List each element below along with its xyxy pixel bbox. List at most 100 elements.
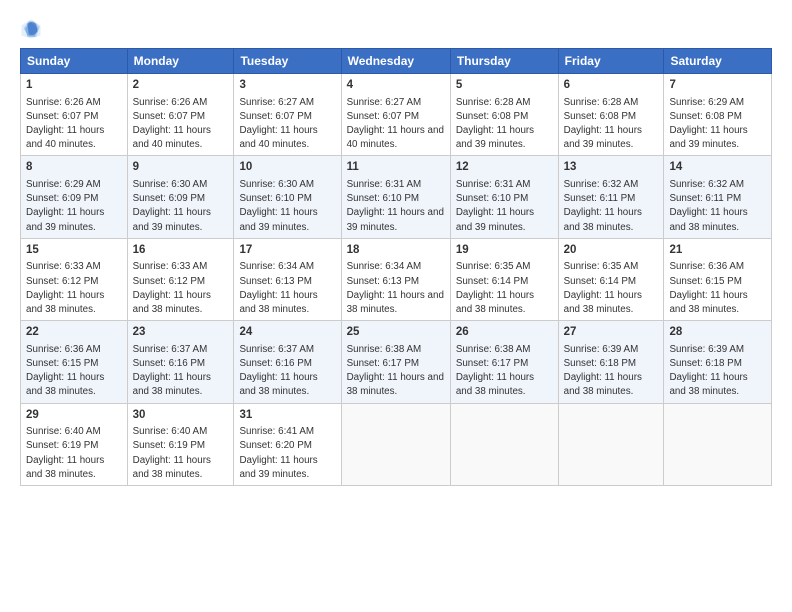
calendar-day-cell: 8 Sunrise: 6:29 AMSunset: 6:09 PMDaylight…	[21, 156, 128, 238]
calendar-day-cell: 17Sunrise: 6:34 AMSunset: 6:13 PMDayligh…	[234, 238, 341, 320]
calendar-week-row: 8 Sunrise: 6:29 AMSunset: 6:09 PMDaylight…	[21, 156, 772, 238]
day-number: 20	[564, 243, 659, 259]
calendar-day-cell	[664, 403, 772, 485]
day-info: Sunrise: 6:29 AMSunset: 6:09 PMDaylight:…	[26, 179, 104, 233]
calendar-day-cell: 20 Sunrise: 6:35 AMSunset: 6:14 PMDayligh…	[558, 238, 664, 320]
calendar-day-cell: 23 Sunrise: 6:37 AMSunset: 6:16 PMDayligh…	[127, 321, 234, 403]
day-info: Sunrise: 6:41 AMSunset: 6:20 PMDaylight:…	[239, 426, 317, 480]
calendar-day-cell: 7 Sunrise: 6:29 AMSunset: 6:08 PMDaylight…	[664, 74, 772, 156]
day-info: Sunrise: 6:26 AMSunset: 6:07 PMDaylight:…	[133, 97, 211, 151]
calendar-day-cell: 25 Sunrise: 6:38 AMSunset: 6:17 PMDayligh…	[341, 321, 450, 403]
day-number: 13	[564, 160, 659, 176]
calendar-week-row: 22 Sunrise: 6:36 AMSunset: 6:15 PMDayligh…	[21, 321, 772, 403]
day-info: Sunrise: 6:28 AMSunset: 6:08 PMDaylight:…	[456, 97, 534, 151]
day-info: Sunrise: 6:31 AMSunset: 6:10 PMDaylight:…	[456, 179, 534, 233]
calendar-day-cell: 5 Sunrise: 6:28 AMSunset: 6:08 PMDaylight…	[450, 74, 558, 156]
day-info: Sunrise: 6:40 AMSunset: 6:19 PMDaylight:…	[133, 426, 211, 480]
day-number: 3	[239, 78, 335, 94]
day-number: 15	[26, 243, 122, 259]
day-info: Sunrise: 6:40 AMSunset: 6:19 PMDaylight:…	[26, 426, 104, 480]
calendar-day-cell: 1 Sunrise: 6:26 AMSunset: 6:07 PMDaylight…	[21, 74, 128, 156]
calendar-day-cell: 2 Sunrise: 6:26 AMSunset: 6:07 PMDaylight…	[127, 74, 234, 156]
calendar-day-cell: 31 Sunrise: 6:41 AMSunset: 6:20 PMDayligh…	[234, 403, 341, 485]
day-info: Sunrise: 6:34 AMSunset: 6:13 PMDaylight:…	[347, 261, 444, 315]
day-number: 11	[347, 160, 445, 176]
logo-icon	[20, 18, 42, 40]
day-info: Sunrise: 6:39 AMSunset: 6:18 PMDaylight:…	[669, 344, 747, 398]
calendar-day-cell: 10 Sunrise: 6:30 AMSunset: 6:10 PMDayligh…	[234, 156, 341, 238]
day-info: Sunrise: 6:37 AMSunset: 6:16 PMDaylight:…	[133, 344, 211, 398]
day-number: 8	[26, 160, 122, 176]
calendar-table: SundayMondayTuesdayWednesdayThursdayFrid…	[20, 48, 772, 486]
day-number: 28	[669, 325, 766, 341]
calendar-day-header: Monday	[127, 49, 234, 74]
day-number: 30	[133, 408, 229, 424]
day-info: Sunrise: 6:34 AMSunset: 6:13 PMDaylight:…	[239, 261, 317, 315]
day-number: 5	[456, 78, 553, 94]
day-info: Sunrise: 6:31 AMSunset: 6:10 PMDaylight:…	[347, 179, 444, 233]
day-info: Sunrise: 6:32 AMSunset: 6:11 PMDaylight:…	[669, 179, 747, 233]
day-number: 23	[133, 325, 229, 341]
calendar-week-row: 1 Sunrise: 6:26 AMSunset: 6:07 PMDaylight…	[21, 74, 772, 156]
day-info: Sunrise: 6:32 AMSunset: 6:11 PMDaylight:…	[564, 179, 642, 233]
day-number: 22	[26, 325, 122, 341]
page: SundayMondayTuesdayWednesdayThursdayFrid…	[0, 0, 792, 612]
day-info: Sunrise: 6:30 AMSunset: 6:10 PMDaylight:…	[239, 179, 317, 233]
day-number: 1	[26, 78, 122, 94]
calendar-day-cell: 21 Sunrise: 6:36 AMSunset: 6:15 PMDayligh…	[664, 238, 772, 320]
calendar-day-header: Saturday	[664, 49, 772, 74]
calendar-day-cell: 4 Sunrise: 6:27 AMSunset: 6:07 PMDaylight…	[341, 74, 450, 156]
day-info: Sunrise: 6:27 AMSunset: 6:07 PMDaylight:…	[347, 97, 444, 151]
day-number: 16	[133, 243, 229, 259]
calendar-day-cell: 11 Sunrise: 6:31 AMSunset: 6:10 PMDayligh…	[341, 156, 450, 238]
day-info: Sunrise: 6:36 AMSunset: 6:15 PMDaylight:…	[26, 344, 104, 398]
calendar-day-cell: 3 Sunrise: 6:27 AMSunset: 6:07 PMDaylight…	[234, 74, 341, 156]
calendar-day-cell: 18Sunrise: 6:34 AMSunset: 6:13 PMDayligh…	[341, 238, 450, 320]
day-info: Sunrise: 6:29 AMSunset: 6:08 PMDaylight:…	[669, 97, 747, 151]
calendar-day-cell: 15 Sunrise: 6:33 AMSunset: 6:12 PMDayligh…	[21, 238, 128, 320]
day-info: Sunrise: 6:38 AMSunset: 6:17 PMDaylight:…	[347, 344, 444, 398]
day-number: 31	[239, 408, 335, 424]
calendar-day-cell: 19 Sunrise: 6:35 AMSunset: 6:14 PMDayligh…	[450, 238, 558, 320]
day-number: 14	[669, 160, 766, 176]
calendar-day-cell: 13 Sunrise: 6:32 AMSunset: 6:11 PMDayligh…	[558, 156, 664, 238]
day-number: 4	[347, 78, 445, 94]
calendar-day-cell: 14 Sunrise: 6:32 AMSunset: 6:11 PMDayligh…	[664, 156, 772, 238]
calendar-day-header: Tuesday	[234, 49, 341, 74]
calendar-day-cell	[558, 403, 664, 485]
day-info: Sunrise: 6:27 AMSunset: 6:07 PMDaylight:…	[239, 97, 317, 151]
day-number: 2	[133, 78, 229, 94]
calendar-week-row: 15 Sunrise: 6:33 AMSunset: 6:12 PMDayligh…	[21, 238, 772, 320]
day-number: 26	[456, 325, 553, 341]
day-info: Sunrise: 6:26 AMSunset: 6:07 PMDaylight:…	[26, 97, 104, 151]
calendar-week-row: 29 Sunrise: 6:40 AMSunset: 6:19 PMDayligh…	[21, 403, 772, 485]
calendar-day-cell: 22 Sunrise: 6:36 AMSunset: 6:15 PMDayligh…	[21, 321, 128, 403]
day-info: Sunrise: 6:35 AMSunset: 6:14 PMDaylight:…	[456, 261, 534, 315]
day-info: Sunrise: 6:33 AMSunset: 6:12 PMDaylight:…	[133, 261, 211, 315]
calendar-day-header: Friday	[558, 49, 664, 74]
day-number: 21	[669, 243, 766, 259]
calendar-day-cell: 27 Sunrise: 6:39 AMSunset: 6:18 PMDayligh…	[558, 321, 664, 403]
calendar-day-header: Sunday	[21, 49, 128, 74]
calendar-day-cell	[341, 403, 450, 485]
calendar-day-cell: 6Sunrise: 6:28 AMSunset: 6:08 PMDaylight…	[558, 74, 664, 156]
calendar-day-cell: 30 Sunrise: 6:40 AMSunset: 6:19 PMDayligh…	[127, 403, 234, 485]
day-info: Sunrise: 6:33 AMSunset: 6:12 PMDaylight:…	[26, 261, 104, 315]
day-number: 19	[456, 243, 553, 259]
day-info: Sunrise: 6:35 AMSunset: 6:14 PMDaylight:…	[564, 261, 642, 315]
day-info: Sunrise: 6:36 AMSunset: 6:15 PMDaylight:…	[669, 261, 747, 315]
day-number: 10	[239, 160, 335, 176]
calendar-day-cell: 9Sunrise: 6:30 AMSunset: 6:09 PMDaylight…	[127, 156, 234, 238]
calendar-header-row: SundayMondayTuesdayWednesdayThursdayFrid…	[21, 49, 772, 74]
calendar-day-cell: 16 Sunrise: 6:33 AMSunset: 6:12 PMDayligh…	[127, 238, 234, 320]
day-number: 12	[456, 160, 553, 176]
day-number: 7	[669, 78, 766, 94]
day-info: Sunrise: 6:39 AMSunset: 6:18 PMDaylight:…	[564, 344, 642, 398]
calendar-day-header: Thursday	[450, 49, 558, 74]
header	[20, 18, 772, 40]
day-number: 27	[564, 325, 659, 341]
calendar-day-cell: 26Sunrise: 6:38 AMSunset: 6:17 PMDayligh…	[450, 321, 558, 403]
calendar-day-header: Wednesday	[341, 49, 450, 74]
day-number: 29	[26, 408, 122, 424]
day-number: 25	[347, 325, 445, 341]
